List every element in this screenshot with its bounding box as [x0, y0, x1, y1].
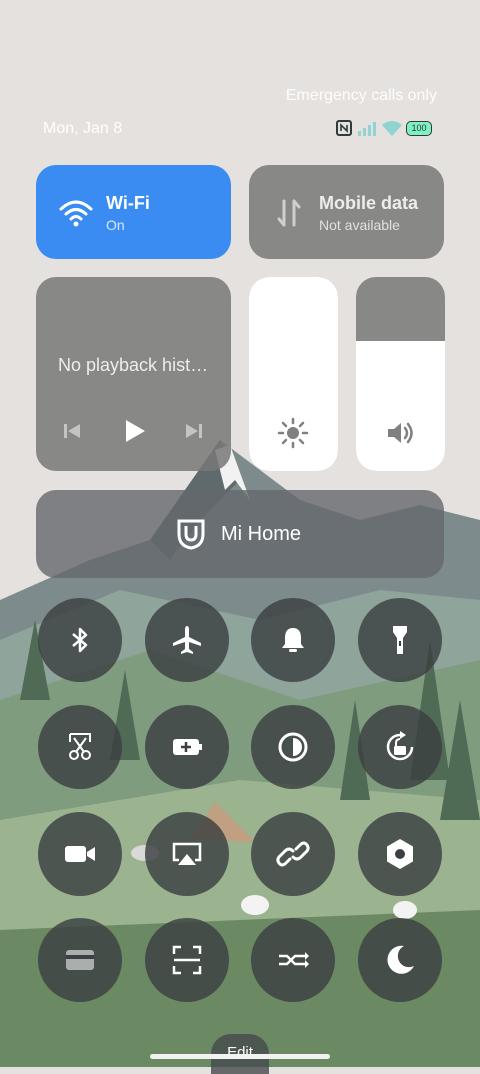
mi-home-icon — [177, 519, 205, 550]
date-label: Mon, Jan 8 — [43, 120, 123, 137]
location-toggle[interactable] — [358, 812, 442, 896]
wifi-icon — [382, 121, 402, 136]
volume-slider[interactable] — [356, 277, 445, 471]
contrast-icon — [278, 732, 308, 762]
wifi-tile-status: On — [106, 217, 125, 233]
wifi-icon — [59, 200, 93, 227]
battery-plus-icon — [173, 739, 202, 755]
volume-slider-fill — [356, 341, 445, 471]
auto-rotate-toggle[interactable] — [358, 705, 442, 789]
nfc-icon — [336, 120, 352, 136]
dark-mode-toggle[interactable] — [358, 918, 442, 1002]
battery-icon: 100 — [406, 121, 432, 136]
scissors-icon — [69, 733, 91, 760]
mobile-data-status: Not available — [319, 217, 400, 233]
bluetooth-icon — [72, 627, 88, 653]
mi-home-label: Mi Home — [221, 523, 302, 545]
play-icon[interactable] — [120, 417, 148, 445]
signal-icon — [358, 122, 376, 136]
hexagon-location-icon — [387, 839, 413, 869]
rotate-lock-icon — [386, 731, 414, 761]
bluetooth-toggle[interactable] — [38, 598, 122, 682]
previous-icon[interactable] — [58, 417, 86, 445]
wifi-tile[interactable]: Wi-Fi On — [36, 165, 231, 259]
scanner-toggle[interactable] — [145, 918, 229, 1002]
cast-icon — [172, 842, 202, 865]
media-status-text: No playback hist… — [58, 355, 209, 375]
battery-saver-toggle[interactable] — [145, 705, 229, 789]
moon-icon — [387, 945, 414, 974]
screenshot-toggle[interactable] — [38, 705, 122, 789]
card-icon — [66, 950, 94, 970]
link-icon — [276, 841, 310, 867]
bell-icon — [282, 628, 304, 652]
carrier-status-text: Emergency calls only — [285, 87, 437, 104]
home-indicator[interactable] — [150, 1054, 330, 1059]
mobile-data-title: Mobile data — [319, 193, 419, 213]
cards-toggle[interactable] — [38, 918, 122, 1002]
silent-toggle[interactable] — [251, 598, 335, 682]
media-player-tile[interactable]: No playback hist… — [36, 277, 231, 471]
mobile-data-tile[interactable]: Mobile data Not available — [249, 165, 444, 259]
flashlight-toggle[interactable] — [358, 598, 442, 682]
flashlight-icon — [393, 626, 407, 654]
system-status-icons: 100 — [336, 120, 436, 138]
airplane-mode-toggle[interactable] — [145, 598, 229, 682]
scanner-icon — [172, 945, 202, 975]
sync-icon — [279, 952, 309, 968]
mobile-data-icon — [277, 199, 301, 227]
screen-recorder-toggle[interactable] — [38, 812, 122, 896]
link-toggle[interactable] — [251, 812, 335, 896]
mi-home-tile[interactable]: Mi Home — [36, 490, 444, 578]
sync-toggle[interactable] — [251, 918, 335, 1002]
sun-icon — [277, 417, 309, 449]
video-camera-icon — [65, 846, 95, 862]
volume-icon — [388, 422, 413, 444]
cast-toggle[interactable] — [145, 812, 229, 896]
brightness-slider[interactable] — [249, 277, 338, 471]
next-icon[interactable] — [180, 417, 208, 445]
airplane-icon — [173, 626, 201, 654]
reading-mode-toggle[interactable] — [251, 705, 335, 789]
wifi-tile-title: Wi-Fi — [106, 193, 150, 213]
